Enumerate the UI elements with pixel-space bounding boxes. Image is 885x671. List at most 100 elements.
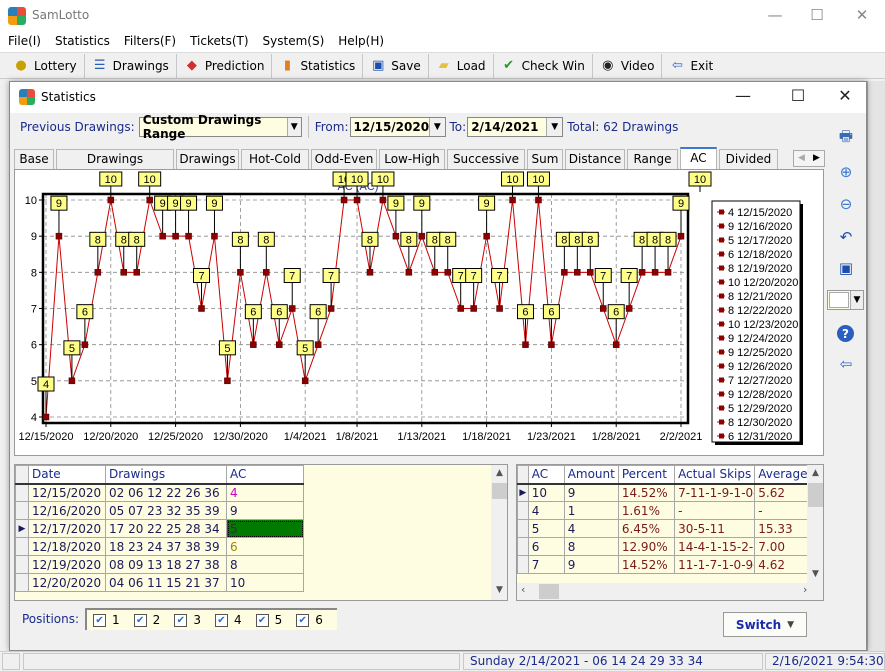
cell-ac[interactable]: 10 bbox=[527, 483, 565, 502]
cell-date[interactable]: 12/16/2020 bbox=[28, 501, 106, 520]
data-point-marker[interactable] bbox=[574, 269, 581, 276]
cell-ac[interactable]: 7 bbox=[527, 555, 565, 574]
drawings-table-row[interactable]: ▶ 12/17/2020 17 20 22 25 28 34 5 bbox=[15, 519, 304, 538]
cell-date[interactable]: 12/19/2020 bbox=[28, 555, 106, 574]
position-checkbox-3[interactable]: ✔ 3 bbox=[174, 613, 201, 627]
data-point-marker[interactable] bbox=[42, 413, 50, 421]
menu-tickets[interactable]: Tickets(T) bbox=[184, 32, 254, 50]
position-checkbox-2[interactable]: ✔ 2 bbox=[133, 613, 160, 627]
column-amount[interactable]: Amount bbox=[563, 465, 619, 485]
chevron-down-icon[interactable]: ▼ bbox=[850, 291, 863, 309]
cell-ac[interactable]: 6 bbox=[527, 537, 565, 556]
maximize-button[interactable]: ☐ bbox=[797, 4, 837, 28]
cell-drawing[interactable]: 08 09 13 18 27 38 bbox=[105, 555, 227, 574]
data-point-marker[interactable] bbox=[470, 305, 477, 312]
data-point-marker[interactable] bbox=[94, 269, 102, 276]
cell-ac[interactable]: 9 bbox=[226, 501, 304, 520]
position-checkbox-4[interactable]: ✔ 4 bbox=[214, 613, 242, 627]
cell-percent[interactable]: 14.52% bbox=[617, 555, 676, 574]
data-point-marker[interactable] bbox=[418, 232, 426, 240]
data-point-marker[interactable] bbox=[405, 269, 413, 276]
summary-table-row[interactable]: 7914.52%11-1-7-1-0-9-2-4.62 bbox=[517, 555, 823, 574]
close-button[interactable]: ✕ bbox=[842, 4, 882, 28]
save-button[interactable]: ▣ Save bbox=[363, 53, 429, 78]
menu-help[interactable]: Help(H) bbox=[332, 32, 390, 50]
data-point-marker[interactable] bbox=[587, 269, 594, 276]
tab-sum[interactable]: Sum bbox=[527, 149, 563, 169]
cell-date[interactable]: 12/20/2020 bbox=[28, 573, 106, 592]
cell-ac[interactable]: 6 bbox=[226, 537, 304, 556]
summary-horizontal-scrollbar[interactable]: ‹ › bbox=[517, 583, 823, 600]
cell-date[interactable]: 12/18/2020 bbox=[28, 537, 106, 556]
cell-date[interactable]: 12/15/2020 bbox=[28, 483, 106, 502]
save-icon[interactable]: ▣ bbox=[835, 257, 857, 279]
scroll-up-icon[interactable]: ▲ bbox=[807, 465, 823, 482]
data-point-marker[interactable] bbox=[483, 232, 490, 240]
data-point-marker[interactable] bbox=[625, 305, 633, 312]
scroll-up-icon[interactable]: ▲ bbox=[491, 465, 507, 482]
data-point-marker[interactable] bbox=[68, 377, 76, 385]
data-point-marker[interactable] bbox=[353, 196, 361, 204]
tab-low-high[interactable]: Low-High bbox=[379, 149, 445, 169]
data-point-marker[interactable] bbox=[159, 232, 166, 240]
switch-button[interactable]: Switch ▼ bbox=[723, 612, 807, 637]
data-point-marker[interactable] bbox=[211, 232, 218, 240]
row-selector[interactable] bbox=[517, 555, 529, 574]
stats-minimize-button[interactable]: — bbox=[723, 85, 763, 109]
cell-drawing[interactable]: 02 06 12 22 26 36 bbox=[105, 483, 227, 502]
data-point-marker[interactable] bbox=[224, 377, 231, 385]
cell-skips[interactable]: 30-5-11 bbox=[674, 519, 756, 538]
data-point-marker[interactable] bbox=[612, 341, 620, 348]
column-ac[interactable]: AC bbox=[226, 465, 304, 485]
cell-ac[interactable]: 4 bbox=[527, 501, 565, 520]
drawings-button[interactable]: ☰ Drawings bbox=[85, 53, 177, 78]
color-picker[interactable]: ▼ bbox=[827, 290, 864, 310]
position-checkbox-1[interactable]: ✔ 1 bbox=[93, 613, 120, 627]
zoom-out-icon[interactable]: ⊖ bbox=[835, 193, 857, 215]
data-point-marker[interactable] bbox=[237, 269, 244, 276]
exit-button[interactable]: ⇦ Exit bbox=[662, 54, 720, 78]
data-point-marker[interactable] bbox=[392, 232, 400, 240]
data-point-marker[interactable] bbox=[146, 196, 153, 204]
cell-drawing[interactable]: 05 07 23 32 35 39 bbox=[105, 501, 227, 520]
data-point-marker[interactable] bbox=[107, 196, 115, 204]
cell-skips[interactable]: 11-1-7-1-0-9-2- bbox=[674, 555, 756, 574]
cell-skips[interactable]: 7-11-1-9-1-0-1- bbox=[674, 483, 756, 502]
undo-icon[interactable]: ↶ bbox=[835, 226, 857, 248]
cell-date[interactable]: 12/17/2020 bbox=[28, 519, 106, 538]
prediction-button[interactable]: ◆ Prediction bbox=[177, 53, 273, 78]
data-point-marker[interactable] bbox=[133, 269, 140, 276]
load-button[interactable]: ▰ Load bbox=[429, 53, 494, 78]
position-checkbox-5[interactable]: ✔ 5 bbox=[255, 613, 282, 627]
cell-ac[interactable]: 5 bbox=[527, 519, 565, 538]
data-point-marker[interactable] bbox=[651, 269, 659, 276]
data-point-marker[interactable] bbox=[496, 305, 503, 312]
tab-ac[interactable]: AC bbox=[680, 147, 717, 169]
row-selector[interactable] bbox=[15, 555, 29, 574]
data-point-marker[interactable] bbox=[263, 269, 270, 276]
position-checkbox-6[interactable]: ✔ 6 bbox=[296, 613, 323, 627]
statistics-button[interactable]: ▮ Statistics bbox=[272, 53, 364, 78]
summary-vertical-scrollbar[interactable]: ▲ ▼ bbox=[807, 465, 823, 583]
tab-drawings[interactable]: Drawings bbox=[176, 149, 239, 169]
chevron-down-icon[interactable]: ▼ bbox=[546, 118, 563, 136]
cell-amount[interactable]: 8 bbox=[563, 537, 619, 556]
data-point-marker[interactable] bbox=[444, 269, 451, 276]
row-selector[interactable]: ▶ bbox=[15, 519, 29, 538]
cell-amount[interactable]: 4 bbox=[563, 519, 619, 538]
data-point-marker[interactable] bbox=[664, 269, 672, 276]
data-point-marker[interactable] bbox=[431, 269, 439, 276]
scroll-right-icon[interactable]: › bbox=[803, 583, 807, 596]
data-point-marker[interactable] bbox=[509, 196, 516, 204]
row-selector[interactable] bbox=[15, 501, 29, 520]
stats-close-button[interactable]: ✕ bbox=[825, 85, 865, 109]
data-point-marker[interactable] bbox=[55, 232, 63, 240]
printer-icon[interactable]: 🖶 bbox=[835, 127, 857, 149]
tab-divided[interactable]: Divided bbox=[719, 149, 778, 169]
menu-filters[interactable]: Filters(F) bbox=[118, 32, 182, 50]
cell-drawing[interactable]: 17 20 22 25 28 34 bbox=[105, 519, 227, 538]
row-selector[interactable] bbox=[517, 501, 529, 520]
scrollbar-thumb[interactable] bbox=[539, 584, 559, 599]
cell-drawing[interactable]: 18 23 24 37 38 39 bbox=[105, 537, 227, 556]
chevron-down-icon[interactable]: ▼ bbox=[286, 118, 301, 136]
